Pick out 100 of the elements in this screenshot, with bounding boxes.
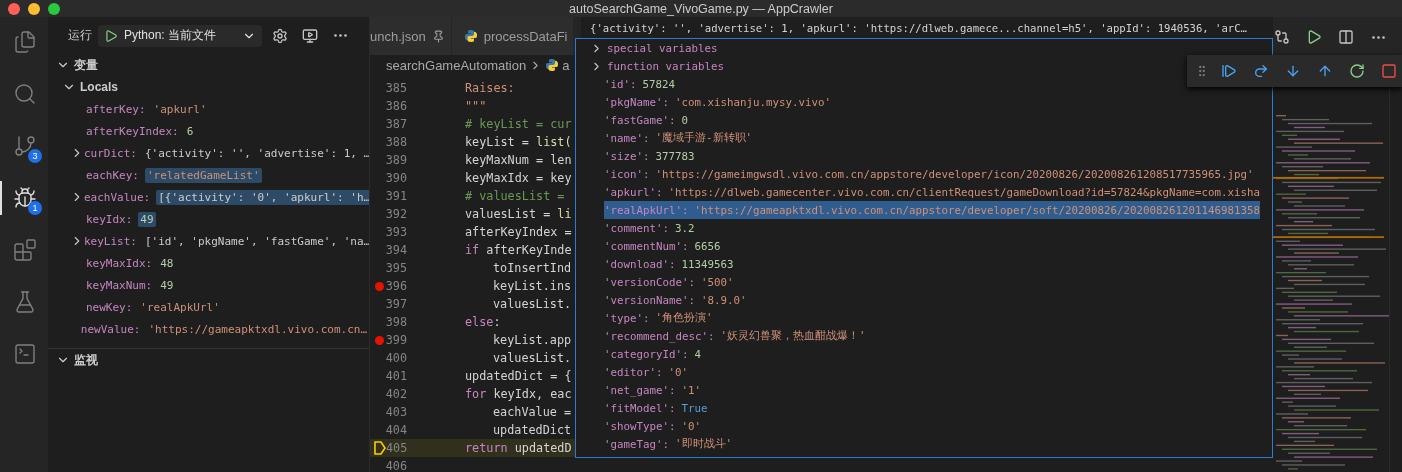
terminal-icon xyxy=(13,342,37,366)
code-line: Raises: xyxy=(465,81,515,95)
continue-icon xyxy=(1221,63,1237,79)
hover-entry-row[interactable]: 'editor': '0' xyxy=(604,363,689,381)
hover-entry-row[interactable]: 'id': 57824 xyxy=(604,75,676,93)
editor-tab[interactable]: unch.json xyxy=(370,17,452,55)
hover-entry-row[interactable]: 'pkgName': 'com.xishanju.mysy.vivo' xyxy=(604,93,832,111)
line-number: 401 xyxy=(385,369,407,383)
ellipsis-icon xyxy=(1371,35,1385,39)
scope-header[interactable]: Locals xyxy=(48,76,369,98)
source-control-button[interactable]: 3 xyxy=(0,129,48,163)
blocks-icon xyxy=(13,238,37,262)
hover-entry-row[interactable]: 'categoryId': 4 xyxy=(604,345,702,363)
line-number: 404 xyxy=(385,423,407,437)
variable-name: newValue: xyxy=(80,322,141,336)
code-line: # valuesList = xyxy=(465,189,565,203)
zoom-window-button[interactable] xyxy=(48,2,60,15)
variable-group-row[interactable]: special variables xyxy=(576,39,718,57)
watch-section-header[interactable]: 监视 xyxy=(48,349,369,371)
variable-value: 'https://gameapktxdl.vivo.com.cn… xyxy=(147,321,368,337)
hover-entry-row[interactable]: 'commentNum': 6656 xyxy=(604,237,721,255)
variable-value: 48 xyxy=(159,255,175,271)
line-number: 403 xyxy=(385,405,407,419)
hover-value-summary: {'activity': '', 'advertise': 1, 'apkurl': 'https://dlweb.gamece...channel=h5', 'appId': 1940536, 'arC… xyxy=(581,17,1273,38)
line-number: 406 xyxy=(385,459,407,472)
files-icon xyxy=(13,30,37,54)
python-file-icon xyxy=(463,29,478,43)
code-line: """ xyxy=(465,99,487,113)
line-number: 385 xyxy=(385,81,407,95)
close-window-button[interactable] xyxy=(8,2,20,15)
hover-entry-row[interactable]: 'fastGame': 0 xyxy=(604,111,689,129)
code-line: for keyIdx, eac xyxy=(465,387,572,401)
line-number: 391 xyxy=(385,189,407,203)
window-title: autoSearchGame_VivoGame.py — AppCrawler xyxy=(569,1,833,16)
variables-section-header[interactable]: 变量 xyxy=(48,54,369,76)
code-line: # keyList = cur xyxy=(465,117,572,131)
variable-name: keyMaxIdx: xyxy=(86,256,153,270)
code-line: valuesList = li xyxy=(465,207,572,221)
code-line: keyList.ins xyxy=(493,279,572,293)
editor-tab[interactable]: processDataFi xyxy=(451,17,575,55)
pin-icon xyxy=(431,29,445,43)
line-number: 389 xyxy=(385,153,407,167)
current-line-arrow-icon xyxy=(374,441,386,455)
breadcrumb-item[interactable]: a xyxy=(562,57,570,73)
variable-value: ['id', 'pkgName', 'fastGame', 'na… xyxy=(144,233,369,249)
minimize-window-button[interactable] xyxy=(28,2,40,15)
variable-name: curDict: xyxy=(84,146,137,160)
compare-icon xyxy=(1274,29,1290,45)
code-line: keyList.app xyxy=(493,333,572,347)
code-line: keyMaxNum = len xyxy=(465,153,572,167)
hover-entry-row[interactable]: 'icon': 'https://gameimgwsdl.vivo.com.cn/appstore/developer/icon/20200826/202008261208517735965.jpg' xyxy=(604,165,1254,183)
line-number: 388 xyxy=(385,135,407,149)
line-number: 398 xyxy=(385,315,407,329)
breadcrumb-item[interactable]: searchGameAutomation xyxy=(386,57,527,73)
variable-value: [{'activity': '0', 'apkurl': 'h… xyxy=(156,189,369,205)
hover-entry-row[interactable]: 'net_game': '1' xyxy=(604,381,702,399)
line-number: 395 xyxy=(385,261,407,275)
hover-entry-row[interactable]: 'size': 377783 xyxy=(604,147,695,165)
python-file-icon xyxy=(545,58,560,72)
code-line: updatedDict = { xyxy=(465,369,572,383)
hover-entry-row[interactable]: 'versionName': '8.9.0' xyxy=(604,291,747,309)
hover-entry-row[interactable]: 'gameTag': '即时战斗' xyxy=(604,435,733,453)
variable-value: 49 xyxy=(159,277,175,293)
variable-name: keyList: xyxy=(84,234,137,248)
variable-name: keyIdx: xyxy=(86,212,133,226)
variable-value: 'relatedGameList' xyxy=(145,167,262,183)
hover-entry-row[interactable]: 'recommend_desc': '妖灵幻兽聚，热血酣战爆！' xyxy=(604,327,866,345)
code-line: eachValue = xyxy=(493,405,572,419)
hover-entry-row[interactable]: 'versionCode': '500' xyxy=(604,273,734,291)
code-line: afterKeyIndex = xyxy=(465,225,572,239)
hover-entry-row[interactable]: 'fitModel': True xyxy=(604,399,708,417)
line-number: 405 xyxy=(386,441,408,455)
hover-entry-row[interactable]: 'name': '魔域手游-新转职' xyxy=(604,129,753,147)
line-number: 392 xyxy=(385,207,407,221)
line-number: 399 xyxy=(385,333,407,347)
hover-entry-row[interactable]: 'apkurl': 'https://dlweb.gamecenter.vivo.com.cn/clientRequest/gameDownload?id=57824&pkgName=com.xisha xyxy=(604,183,1261,201)
bug-icon xyxy=(13,186,37,210)
line-number: 397 xyxy=(385,297,407,311)
breakpoint-icon[interactable] xyxy=(375,281,385,291)
variable-value: 'realApkUrl' xyxy=(139,299,221,315)
code-line: if afterKeyInde xyxy=(465,243,572,257)
breakpoint-icon[interactable] xyxy=(375,335,385,345)
variable-group-row[interactable]: function variables xyxy=(576,57,724,75)
hover-entry-row[interactable]: 'type': '角色扮演' xyxy=(604,309,713,327)
line-number: 386 xyxy=(385,99,407,113)
hover-entry-row[interactable]: 'comment': 3.2 xyxy=(604,219,695,237)
code-line: return updatedD xyxy=(465,441,572,455)
variable-value: 49 xyxy=(138,211,156,227)
hover-entry-row[interactable]: 'download': 11349563 xyxy=(604,255,734,273)
variable-name: newKey: xyxy=(86,300,133,314)
code-line: toInsertInd xyxy=(493,261,572,275)
count-badge: 3 xyxy=(28,149,42,163)
count-badge: 1 xyxy=(28,201,42,215)
launch-config-dropdown[interactable]: Python: 当前文件 xyxy=(98,24,262,47)
columns-icon xyxy=(1338,29,1354,45)
play-icon xyxy=(104,28,118,43)
flask-icon xyxy=(13,290,37,314)
hover-entry-row[interactable]: 'showType': '0' xyxy=(604,417,702,435)
variable-value: {'activity': '', 'advertise': 1, … xyxy=(144,145,369,161)
step-out-icon xyxy=(1317,63,1333,79)
